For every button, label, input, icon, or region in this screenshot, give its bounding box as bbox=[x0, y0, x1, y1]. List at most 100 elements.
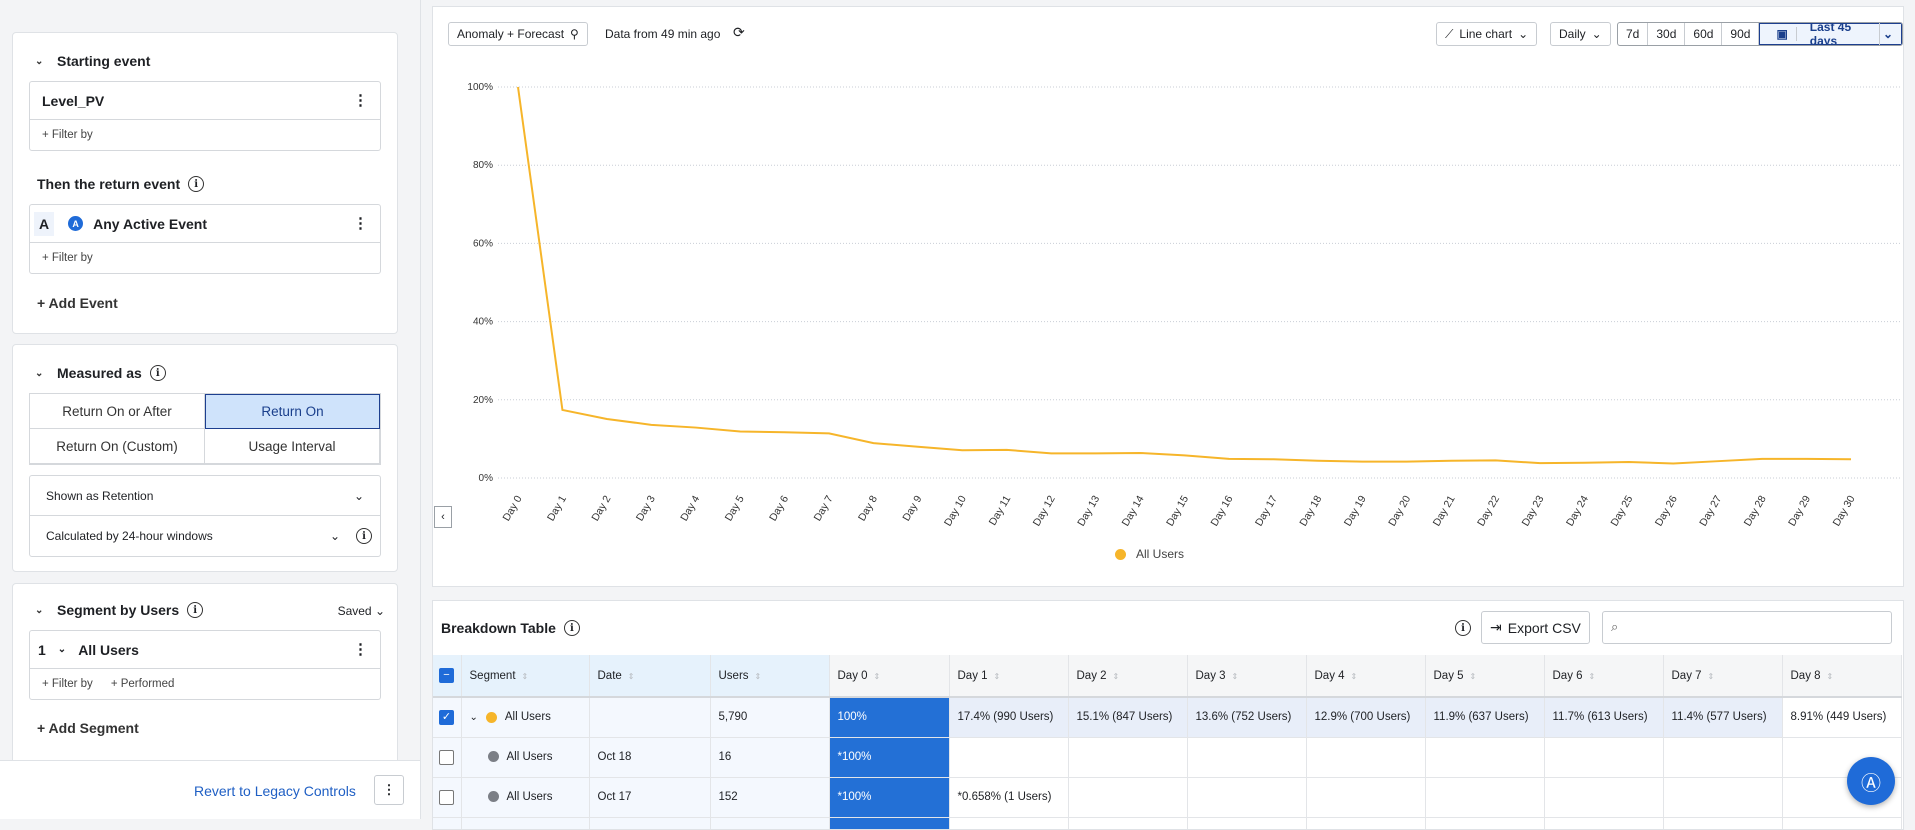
option-usage-interval[interactable]: Usage Interval bbox=[205, 429, 380, 464]
column-header[interactable]: Users ⇕ bbox=[710, 655, 830, 698]
collapse-left-button[interactable]: ‹ bbox=[434, 506, 452, 528]
select-all-checkbox[interactable]: − bbox=[433, 655, 462, 698]
more-options-icon[interactable]: ⋮ bbox=[353, 216, 368, 231]
events-card: ⌄ Starting event Level_PV ⋮ + Filter by Th… bbox=[12, 32, 398, 334]
row-checkbox[interactable]: ✓ bbox=[433, 697, 462, 738]
revert-legacy-link[interactable]: Revert to Legacy Controls bbox=[194, 783, 356, 799]
table-row[interactable]: All Users Oct 18 16 *100% bbox=[433, 737, 1902, 778]
column-header[interactable]: Day 7 ⇕ bbox=[1663, 655, 1783, 698]
column-header[interactable]: Day 3 ⇕ bbox=[1187, 655, 1307, 698]
column-header[interactable]: Date ⇕ bbox=[589, 655, 711, 698]
series-line-all-users[interactable] bbox=[517, 86, 1852, 465]
x-tick-label: Day 25 bbox=[1608, 493, 1635, 528]
row-checkbox[interactable] bbox=[433, 777, 462, 818]
starting-event-name[interactable]: Level_PV ⋮ bbox=[30, 82, 380, 120]
column-header[interactable]: Day 5 ⇕ bbox=[1425, 655, 1545, 698]
shown-as-dropdown[interactable]: Shown as Retention ⌄ bbox=[30, 476, 380, 516]
sort-icon[interactable]: ⇕ bbox=[1351, 672, 1358, 681]
segment-header[interactable]: ⌄ Segment by Users i bbox=[35, 602, 204, 618]
y-tick-label: 100% bbox=[467, 82, 493, 93]
x-tick-label: Day 14 bbox=[1120, 493, 1147, 528]
performed-button[interactable]: + Performed bbox=[111, 678, 175, 690]
x-tick-label: Day 20 bbox=[1386, 493, 1413, 528]
table-cell: 11.7% (613 Users) bbox=[1544, 697, 1664, 738]
sort-icon[interactable]: ⇕ bbox=[994, 672, 1001, 681]
sort-icon[interactable]: ⇕ bbox=[755, 672, 762, 681]
add-event-button[interactable]: + Add Event bbox=[37, 295, 118, 311]
chevron-down-icon[interactable]: ⌄ bbox=[470, 712, 478, 723]
row-checkbox[interactable] bbox=[433, 737, 462, 778]
return-event-name[interactable]: A A Any Active Event ⋮ bbox=[30, 205, 380, 243]
measured-header[interactable]: ⌄ Measured as i bbox=[35, 365, 166, 381]
starting-event-header[interactable]: ⌄ Starting event bbox=[35, 53, 150, 69]
option-return-on-or-after[interactable]: Return On or After bbox=[30, 394, 205, 429]
divider bbox=[420, 0, 421, 819]
table-row[interactable]: All Users Oct 17 152 *100% *0.658% (1 Users) bbox=[433, 777, 1902, 818]
sort-icon[interactable]: ⇕ bbox=[1470, 672, 1477, 681]
y-tick-label: 60% bbox=[473, 238, 493, 249]
info-icon[interactable]: i bbox=[187, 602, 204, 618]
column-header[interactable]: Day 1 ⇕ bbox=[949, 655, 1069, 698]
column-header[interactable]: Day 8 ⇕ bbox=[1782, 655, 1902, 698]
sort-icon[interactable]: ⇕ bbox=[1232, 672, 1239, 681]
y-tick-label: 80% bbox=[473, 160, 493, 171]
column-header[interactable]: Day 0 ⇕ bbox=[829, 655, 950, 698]
y-tick-label: 20% bbox=[473, 395, 493, 406]
table-cell: 16 bbox=[710, 737, 830, 778]
chevron-down-icon: ⌄ bbox=[35, 604, 44, 616]
table-cell bbox=[1306, 777, 1426, 818]
sort-icon[interactable]: ⇕ bbox=[628, 672, 635, 681]
add-segment-button[interactable]: + Add Segment bbox=[37, 720, 139, 736]
x-tick-label: Day 10 bbox=[942, 493, 969, 528]
chevron-down-icon[interactable]: ⌄ bbox=[58, 644, 66, 655]
filter-by-button[interactable]: + Filter by bbox=[42, 678, 93, 690]
x-tick-label: Day 8 bbox=[856, 493, 880, 523]
filter-by-button[interactable]: + Filter by bbox=[42, 252, 93, 264]
x-tick-label: Day 15 bbox=[1164, 493, 1191, 528]
export-csv-button[interactable]: ⇥ Export CSV bbox=[1481, 611, 1590, 644]
table-cell: Oct 17 bbox=[589, 777, 711, 818]
return-event-box: A A Any Active Event ⋮ + Filter by bbox=[29, 204, 381, 274]
info-icon[interactable]: i bbox=[1455, 620, 1471, 636]
filter-by-button[interactable]: + Filter by bbox=[42, 129, 93, 141]
x-tick-label: Day 29 bbox=[1786, 493, 1813, 528]
left-footer: Revert to Legacy Controls ⋮ bbox=[0, 760, 420, 819]
table-cell bbox=[1187, 777, 1307, 818]
more-options-icon[interactable]: ⋮ bbox=[353, 642, 368, 657]
sort-icon[interactable]: ⇕ bbox=[1827, 672, 1834, 681]
sort-icon[interactable]: ⇕ bbox=[874, 672, 881, 681]
table-cell bbox=[1425, 737, 1545, 778]
table-row[interactable]: ✓ ⌄ All Users 5,790 100% 17.4% (990 Users) 15.… bbox=[433, 697, 1902, 738]
info-icon[interactable]: i bbox=[188, 176, 205, 192]
sort-icon[interactable]: ⇕ bbox=[522, 672, 529, 681]
legend-item[interactable]: All Users bbox=[1115, 547, 1184, 561]
x-tick-label: Day 9 bbox=[900, 493, 924, 523]
info-icon[interactable]: i bbox=[149, 365, 166, 381]
more-options-icon[interactable]: ⋮ bbox=[353, 93, 368, 108]
saved-dropdown[interactable]: Saved ⌄ bbox=[338, 604, 385, 618]
more-options-button[interactable]: ⋮ bbox=[374, 775, 404, 805]
x-tick-label: Day 30 bbox=[1831, 493, 1858, 528]
calculated-by-dropdown[interactable]: Calculated by 24-hour windows ⌄ i bbox=[30, 516, 380, 556]
table-cell: 13.6% (752 Users) bbox=[1187, 697, 1307, 738]
segment-name[interactable]: 1 ⌄ All Users ⋮ bbox=[30, 631, 380, 669]
table-search-input[interactable]: ⌕ bbox=[1602, 611, 1892, 644]
info-icon[interactable]: i bbox=[356, 528, 372, 544]
column-header[interactable]: Segment ⇕ bbox=[461, 655, 590, 698]
option-return-on-custom[interactable]: Return On (Custom) bbox=[30, 429, 205, 464]
sort-icon[interactable]: ⇕ bbox=[1708, 672, 1715, 681]
column-header[interactable]: Day 6 ⇕ bbox=[1544, 655, 1664, 698]
y-tick-label: 40% bbox=[473, 317, 493, 328]
column-header[interactable]: Day 4 ⇕ bbox=[1306, 655, 1426, 698]
sort-icon[interactable]: ⇕ bbox=[1589, 672, 1596, 681]
amplitude-assistant-button[interactable]: Ⓐ bbox=[1847, 757, 1895, 805]
column-header[interactable]: Day 2 ⇕ bbox=[1068, 655, 1188, 698]
table-cell: 8.91% (449 Users) bbox=[1782, 697, 1902, 738]
info-icon[interactable]: i bbox=[563, 620, 580, 636]
segment-dot bbox=[487, 791, 499, 803]
option-return-on[interactable]: Return On bbox=[205, 394, 380, 429]
x-tick-label: Day 21 bbox=[1431, 493, 1458, 528]
table-cell: All Users bbox=[461, 737, 590, 778]
sort-icon[interactable]: ⇕ bbox=[1113, 672, 1120, 681]
segment-dot bbox=[485, 711, 497, 723]
